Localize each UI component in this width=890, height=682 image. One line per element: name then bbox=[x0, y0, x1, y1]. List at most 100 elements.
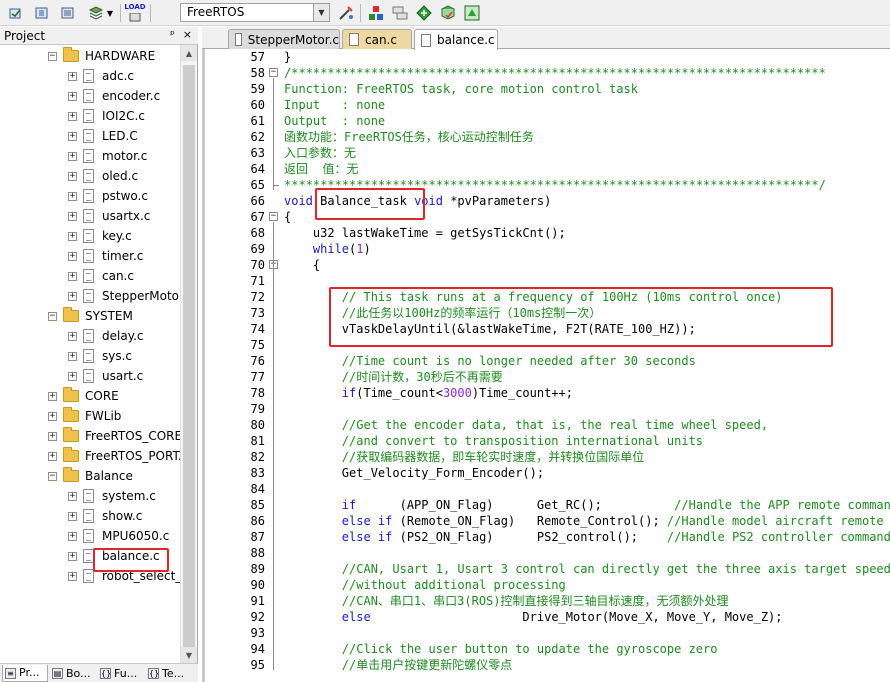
fold-collapse-icon[interactable]: − bbox=[269, 68, 278, 77]
code-line[interactable]: 88 bbox=[202, 545, 890, 561]
expand-icon[interactable]: + bbox=[68, 531, 77, 541]
code-line[interactable]: 59 Function: FreeRTOS task, core motion c… bbox=[202, 81, 890, 97]
manage-components-icon[interactable] bbox=[366, 3, 386, 23]
expand-icon[interactable]: + bbox=[68, 211, 77, 221]
collapse-icon[interactable]: − bbox=[48, 51, 57, 61]
expand-icon[interactable]: + bbox=[68, 331, 77, 341]
code-line[interactable]: 62 函数功能：FreeRTOS任务，核心运动控制任务 bbox=[202, 129, 890, 145]
code-line[interactable]: 78 if(Time_count<3000)Time_count++; bbox=[202, 385, 890, 401]
code-line[interactable]: 79 bbox=[202, 401, 890, 417]
tree-file[interactable]: + show.c bbox=[68, 506, 142, 526]
target-select[interactable]: FreeRTOS ▼ bbox=[180, 3, 330, 22]
tree-file[interactable]: + key.c bbox=[68, 226, 132, 246]
code-line[interactable]: 90 //without additional processing bbox=[202, 577, 890, 593]
code-line[interactable]: 67−{ bbox=[202, 209, 890, 225]
expand-icon[interactable]: + bbox=[68, 351, 77, 361]
code-line[interactable]: 68 u32 lastWakeTime = getSysTickCnt(); bbox=[202, 225, 890, 241]
expand-icon[interactable]: + bbox=[68, 511, 77, 521]
collapse-icon[interactable]: − bbox=[48, 311, 57, 321]
expand-icon[interactable]: + bbox=[68, 271, 77, 281]
rebuild-icon[interactable] bbox=[58, 3, 78, 23]
tree-file[interactable]: + adc.c bbox=[68, 66, 134, 86]
expand-icon[interactable]: + bbox=[68, 131, 77, 141]
code-area[interactable]: 57} 58−/*********************************… bbox=[202, 49, 890, 682]
batch-build-icon[interactable] bbox=[86, 3, 106, 23]
code-line[interactable]: 71 bbox=[202, 273, 890, 289]
tree-file[interactable]: + usartx.c bbox=[68, 206, 150, 226]
editor-tab[interactable]: balance.c bbox=[414, 29, 498, 50]
code-line[interactable]: 75 bbox=[202, 337, 890, 353]
tree-folder[interactable]: + FWLib bbox=[48, 406, 121, 426]
panel-tab[interactable]: {} Fu... bbox=[98, 665, 144, 682]
tree-file[interactable]: + sys.c bbox=[68, 346, 132, 366]
collapse-icon[interactable]: − bbox=[48, 471, 57, 481]
code-line[interactable]: 86 else if (Remote_ON_Flag) Remote_Contr… bbox=[202, 513, 890, 529]
pin-icon[interactable]: ᵖ bbox=[170, 28, 175, 41]
panel-tab[interactable]: ▤ Bo... bbox=[50, 665, 96, 682]
tree-file[interactable]: + IOI2C.c bbox=[68, 106, 145, 126]
translate-icon[interactable] bbox=[6, 3, 26, 23]
tree-file[interactable]: + motor.c bbox=[68, 146, 147, 166]
tree-file[interactable]: + oled.c bbox=[68, 166, 138, 186]
tree-file[interactable]: + delay.c bbox=[68, 326, 144, 346]
code-line[interactable]: 63 入口参数：无 bbox=[202, 145, 890, 161]
tree-folder[interactable]: − SYSTEM bbox=[48, 306, 133, 326]
project-tree-scrollbar[interactable]: ▲ ▼ bbox=[180, 45, 197, 663]
panel-tab[interactable]: {} Te... bbox=[146, 665, 192, 682]
tree-file[interactable]: + pstwo.c bbox=[68, 186, 148, 206]
expand-icon[interactable]: + bbox=[68, 291, 77, 301]
download-icon[interactable]: LOAD bbox=[124, 3, 146, 23]
wizard-icon[interactable] bbox=[462, 3, 482, 23]
expand-icon[interactable]: + bbox=[68, 251, 77, 261]
expand-icon[interactable]: + bbox=[68, 171, 77, 181]
expand-icon[interactable]: + bbox=[68, 91, 77, 101]
panel-tab[interactable]: ≡ Pr... bbox=[2, 665, 48, 682]
tree-file[interactable]: + StepperMotor.c bbox=[68, 286, 180, 306]
tree-file[interactable]: + LED.C bbox=[68, 126, 138, 146]
code-line[interactable]: 94 //Click the user button to update the… bbox=[202, 641, 890, 657]
code-line[interactable]: 61 Output : none bbox=[202, 113, 890, 129]
expand-icon[interactable]: + bbox=[68, 571, 77, 581]
expand-icon[interactable]: + bbox=[68, 551, 77, 561]
editor-tab[interactable]: StepperMotor.c bbox=[228, 29, 340, 49]
code-line[interactable]: 72 // This task runs at a frequency of 1… bbox=[202, 289, 890, 305]
code-line[interactable]: 93 bbox=[202, 625, 890, 641]
code-line[interactable]: 69 while(1) bbox=[202, 241, 890, 257]
code-line[interactable]: 60 Input : none bbox=[202, 97, 890, 113]
code-line[interactable]: 92 else Drive_Motor(Move_X, Move_Y, Move… bbox=[202, 609, 890, 625]
code-line[interactable]: 76 //Time count is no longer needed afte… bbox=[202, 353, 890, 369]
expand-icon[interactable]: + bbox=[48, 411, 57, 421]
tree-folder[interactable]: + CORE bbox=[48, 386, 119, 406]
tree-file[interactable]: + robot_select_init.c bbox=[68, 566, 180, 586]
code-line[interactable]: 57} bbox=[202, 49, 890, 65]
tree-file[interactable]: + MPU6050.c bbox=[68, 526, 169, 546]
expand-icon[interactable]: + bbox=[68, 71, 77, 81]
tree-folder[interactable]: + FreeRTOS_CORE bbox=[48, 426, 180, 446]
editor-tab[interactable]: can.c bbox=[342, 29, 412, 49]
expand-icon[interactable]: + bbox=[68, 111, 77, 121]
code-line[interactable]: 81 //and convert to transposition intern… bbox=[202, 433, 890, 449]
scroll-down-icon[interactable]: ▼ bbox=[181, 647, 197, 663]
build-icon[interactable] bbox=[32, 3, 52, 23]
chevron-down-icon[interactable]: ▼ bbox=[104, 3, 116, 23]
code-line[interactable]: 65 **************************************… bbox=[202, 177, 890, 193]
expand-icon[interactable]: + bbox=[68, 491, 77, 501]
file-extensions-icon[interactable] bbox=[390, 3, 410, 23]
pack-installer-icon[interactable] bbox=[438, 3, 458, 23]
code-line[interactable]: 74 vTaskDelayUntil(&lastWakeTime, F2T(RA… bbox=[202, 321, 890, 337]
expand-icon[interactable]: + bbox=[68, 371, 77, 381]
code-line[interactable]: 64 返回 值：无 bbox=[202, 161, 890, 177]
expand-icon[interactable]: + bbox=[48, 451, 57, 461]
code-line[interactable]: 84 bbox=[202, 481, 890, 497]
select-packs-icon[interactable] bbox=[414, 3, 434, 23]
tree-file[interactable]: + usart.c bbox=[68, 366, 143, 386]
tree-folder[interactable]: − Balance bbox=[48, 466, 133, 486]
code-line[interactable]: 70− { bbox=[202, 257, 890, 273]
code-line[interactable]: 82 //获取编码器数据，即车轮实时速度，并转换位国际单位 bbox=[202, 449, 890, 465]
tree-folder[interactable]: − HARDWARE bbox=[48, 46, 155, 66]
code-line[interactable]: 83 Get_Velocity_Form_Encoder(); bbox=[202, 465, 890, 481]
tree-file[interactable]: + balance.c bbox=[68, 546, 160, 566]
tree-file[interactable]: + system.c bbox=[68, 486, 156, 506]
tree-file[interactable]: + timer.c bbox=[68, 246, 143, 266]
code-line[interactable]: 85 if (APP_ON_Flag) Get_RC(); //Handle t… bbox=[202, 497, 890, 513]
